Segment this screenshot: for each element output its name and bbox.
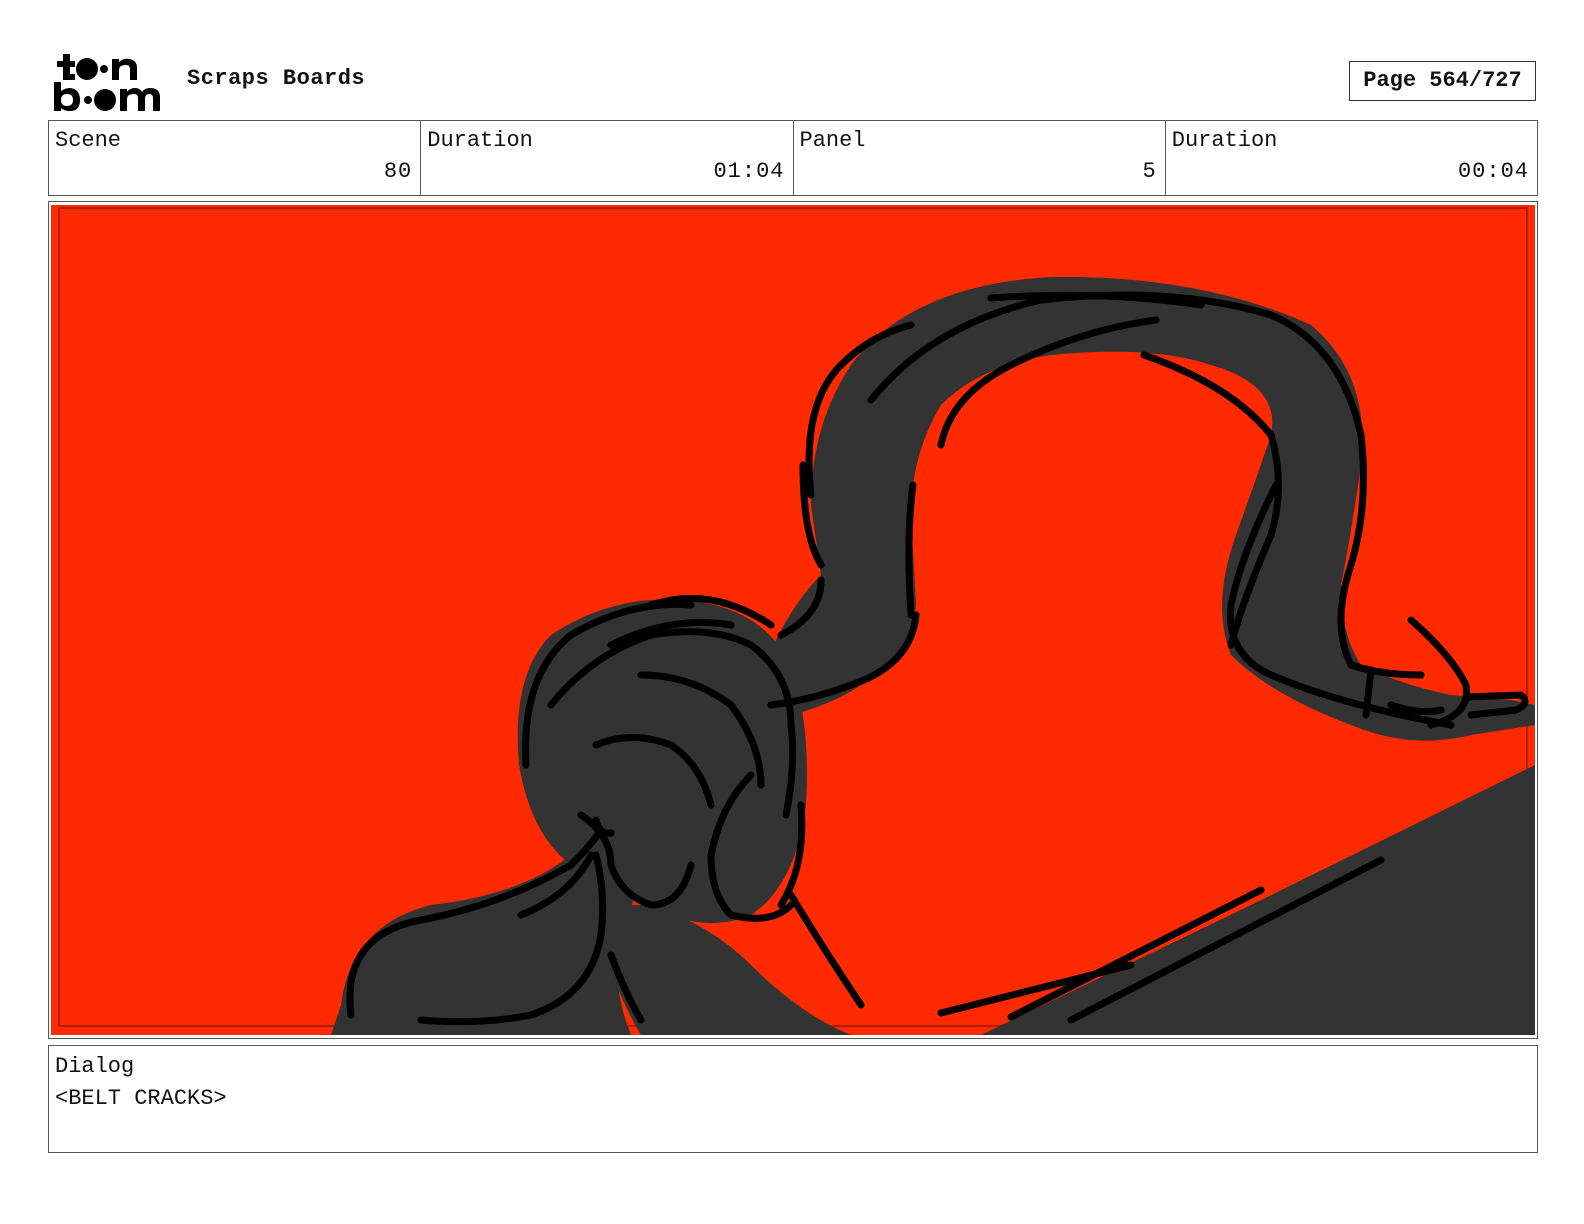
scene-duration-cell: Duration 01:04 bbox=[421, 121, 794, 195]
panel-cell: Panel 5 bbox=[794, 121, 1166, 195]
scene-duration-label: Duration bbox=[427, 128, 533, 153]
panel-duration-value: 00:04 bbox=[1457, 159, 1529, 184]
panel-value: 5 bbox=[1142, 159, 1157, 184]
storyboard-panel-image bbox=[51, 205, 1535, 1035]
panel-duration-cell: Duration 00:04 bbox=[1166, 121, 1537, 195]
scene-label: Scene bbox=[55, 128, 122, 153]
scene-value: 80 bbox=[383, 159, 413, 184]
dialog-text: <BELT CRACKS> bbox=[55, 1086, 227, 1111]
panel-label: Panel bbox=[799, 128, 866, 153]
scene-duration-value: 01:04 bbox=[713, 159, 785, 184]
board-title: Scraps Boards bbox=[187, 66, 366, 91]
panel-duration-label: Duration bbox=[1171, 128, 1278, 153]
toon-boom-logo bbox=[52, 50, 164, 112]
scene-cell: Scene 80 bbox=[49, 121, 422, 195]
dialog-label: Dialog bbox=[55, 1054, 135, 1079]
page-indicator: Page 564/727 bbox=[1349, 61, 1536, 101]
dialog-box: Dialog <BELT CRACKS> bbox=[48, 1045, 1538, 1153]
info-table: Scene 80 Duration 01:04 Panel 5 Duration… bbox=[48, 120, 1538, 196]
